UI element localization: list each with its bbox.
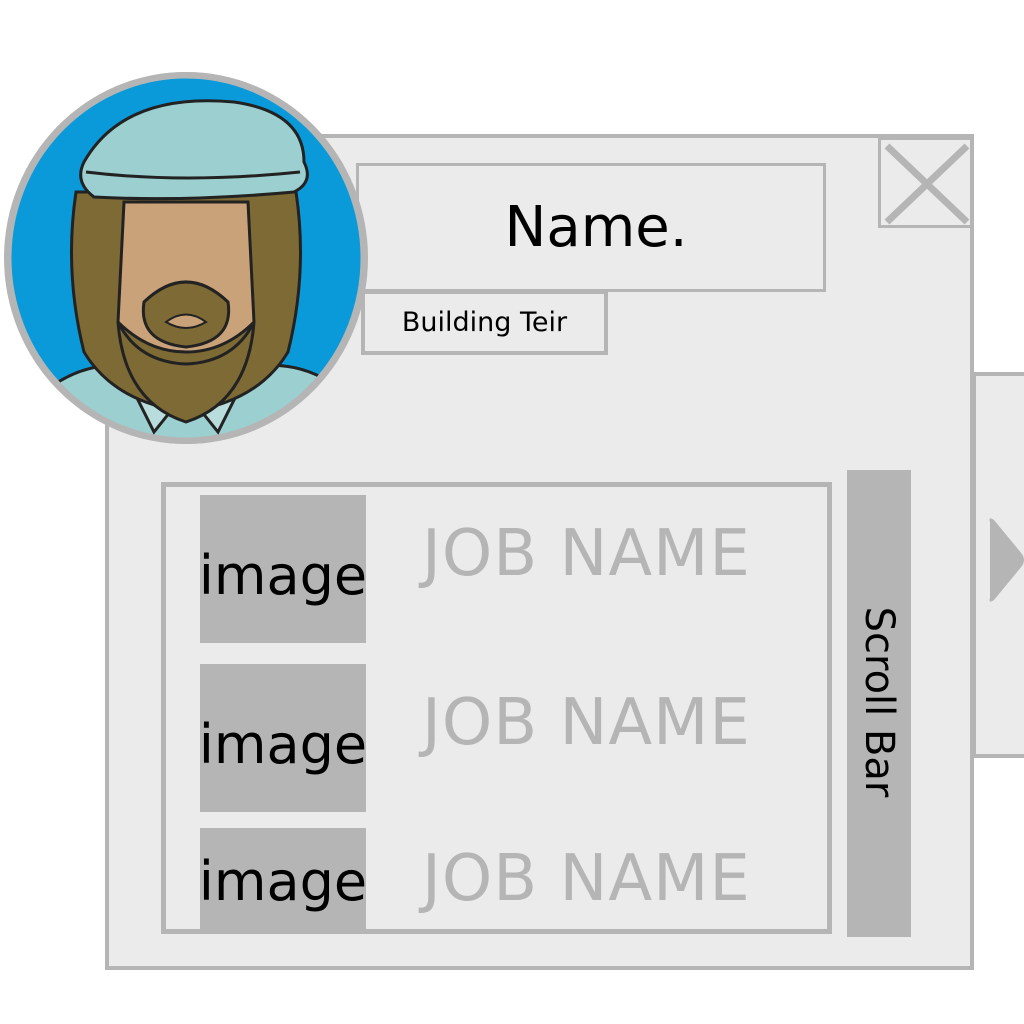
avatar [4, 72, 368, 444]
building-name: Name. [356, 163, 826, 292]
job-image-placeholder: image [199, 495, 367, 643]
side-panel [972, 372, 1024, 758]
job-name[interactable]: JOB NAME [422, 686, 751, 760]
building-tier: Building Teir [361, 290, 608, 355]
job-image-label: image [198, 850, 368, 913]
close-button[interactable] [878, 137, 973, 228]
job-name[interactable]: JOB NAME [422, 842, 751, 916]
job-image-placeholder: image [199, 664, 367, 812]
job-name[interactable]: JOB NAME [422, 517, 751, 591]
close-icon [884, 143, 970, 225]
building-name-label: Name. [504, 195, 688, 260]
job-image-placeholder: image [198, 828, 368, 929]
scroll-bar-label: Scroll Bar [856, 606, 902, 798]
bearded-man-portrait-icon [4, 72, 368, 444]
job-list[interactable]: image JOB NAME image JOB NAME image JOB … [161, 482, 832, 934]
building-tier-label: Building Teir [401, 307, 568, 338]
chevron-right-icon[interactable] [986, 514, 1024, 606]
scroll-bar[interactable]: Scroll Bar [847, 470, 911, 937]
